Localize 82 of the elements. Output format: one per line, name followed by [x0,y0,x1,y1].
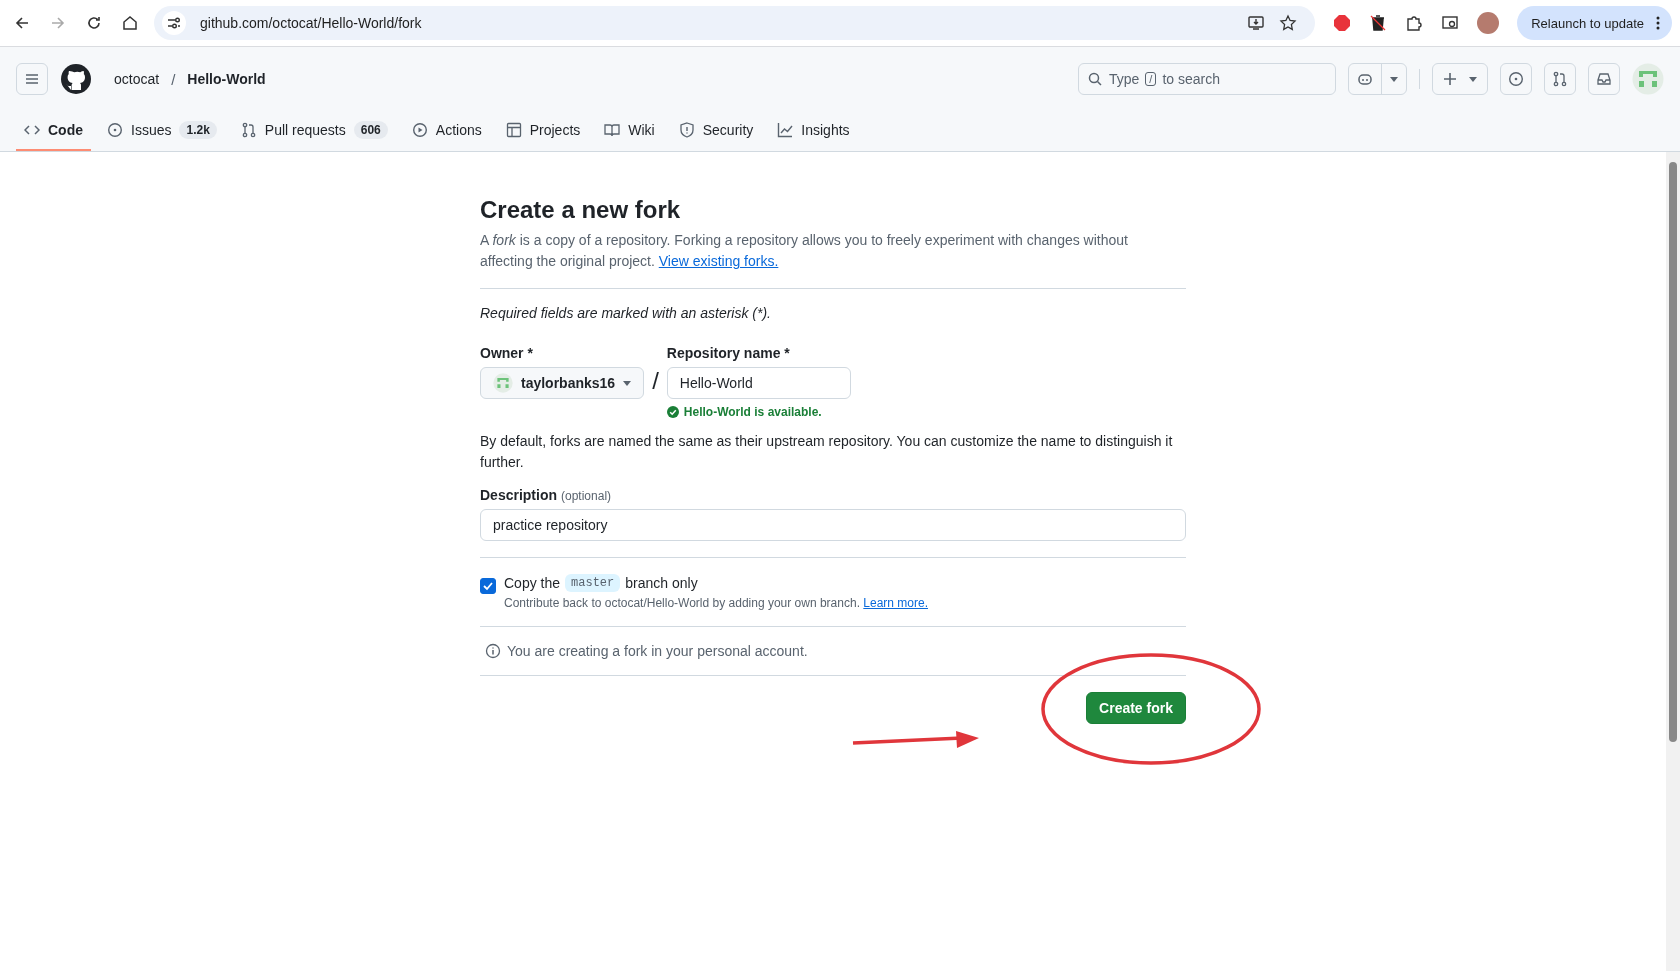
trash-icon[interactable] [1369,14,1388,32]
caret-icon [1469,76,1477,82]
keyboard-shortcut: / [1145,72,1157,86]
page-title: Create a new fork [480,196,682,224]
search-placeholder: to search [1162,71,1220,87]
inbox-icon [1596,71,1612,87]
copy-branch-checkbox[interactable] [480,578,496,594]
book-icon [604,122,621,138]
account-note: You are creating a fork in your personal account. [507,643,808,659]
star-icon[interactable] [1279,14,1298,32]
issue-icon [1508,71,1524,87]
play-icon [411,122,428,138]
check-circle-icon [666,406,679,418]
plus-icon [1443,72,1457,86]
repo-tab[interactable]: Insights [769,111,858,151]
info-icon [485,643,501,659]
intro-text: A fork is a copy of a repository. Forking a repository allows you to freely experiment with changes without affecting the original project. View existing forks. [480,231,1129,271]
graph-icon [777,122,794,138]
checkbox-label: branch only [625,575,698,591]
contribute-note: Contribute back to octocat/Hello-World by adding your own branch. Learn more. [504,596,928,610]
scrollbar-thumb[interactable] [1669,162,1677,742]
tab-counter: 606 [353,121,388,139]
repo-tab[interactable]: Actions [403,111,490,151]
owner-label: Owner * [480,345,534,361]
breadcrumb-separator: / [171,70,176,88]
copilot-button[interactable] [1348,63,1407,95]
search-placeholder: Type [1109,71,1140,87]
issues-button[interactable] [1500,63,1532,95]
address-bar[interactable]: github.com/octocat/Hello-World/fork [154,6,1316,40]
search-field[interactable]: Type / to search [1078,63,1336,95]
repo-link[interactable]: Hello-World [187,71,266,87]
more-icon[interactable] [1656,16,1660,30]
create-fork-button[interactable]: Create fork [1086,692,1186,724]
view-forks-link[interactable]: View existing forks. [658,253,779,269]
pull-request-icon [240,122,257,138]
learn-more-link[interactable]: Learn more. [863,596,928,610]
table-icon [505,122,522,138]
availability-message: Hello-World is available. [683,405,822,419]
search-icon [1087,71,1103,87]
caret-icon [1390,76,1398,82]
required-note: Required fields are marked with an asterisk (*). [480,305,772,321]
back-icon[interactable] [14,15,30,31]
repo-tab[interactable]: Pull requests 606 [232,111,396,151]
menu-icon [24,71,40,87]
tab-counter: 1.2k [179,121,217,139]
home-icon[interactable] [122,15,138,31]
issue-icon [107,122,123,138]
install-icon[interactable] [1247,14,1266,32]
url-text: github.com/octocat/Hello-World/fork [200,15,422,31]
tab-search-icon[interactable] [1441,14,1460,32]
pull-requests-button[interactable] [1544,63,1576,95]
shield-icon [678,122,695,138]
description-field[interactable]: practice repository [480,509,1186,541]
repo-name-field[interactable]: Hello-World [666,367,851,399]
owner-link[interactable]: octocat [114,71,160,87]
relaunch-button[interactable]: Relaunch to update [1517,6,1672,40]
repo-tab[interactable]: Issues 1.2k [99,111,225,151]
puzzle-icon[interactable] [1405,14,1424,32]
path-separator: / [652,366,659,395]
branch-name: master [565,574,621,592]
profile-avatar[interactable] [1477,12,1500,34]
caret-icon [623,380,632,386]
user-avatar-icon [493,373,513,393]
repo-tab[interactable]: Code [16,111,91,151]
reload-icon[interactable] [86,15,102,31]
adblock-icon[interactable] [1333,14,1352,32]
checkbox-label: Copy the [504,575,561,591]
repo-tab[interactable]: Wiki [596,111,663,151]
repo-tab[interactable]: Projects [497,111,589,151]
inbox-button[interactable] [1588,63,1620,95]
site-settings-icon[interactable] [162,11,186,35]
menu-button[interactable] [16,63,48,95]
repo-tab[interactable]: Security [670,111,762,151]
github-logo-icon[interactable] [60,63,92,95]
description-label: Description [480,487,557,503]
default-name-note: By default, forks are named the same as their upstream repository. You can customize the name to distinguish it further. [480,432,1174,472]
repo-name-label: Repository name * [666,345,791,361]
owner-dropdown[interactable]: taylorbanks16 [480,367,645,399]
optional-hint: (optional) [561,489,612,503]
copilot-icon [1357,71,1373,87]
create-new-button[interactable] [1432,63,1488,95]
pull-request-icon [1552,71,1568,87]
